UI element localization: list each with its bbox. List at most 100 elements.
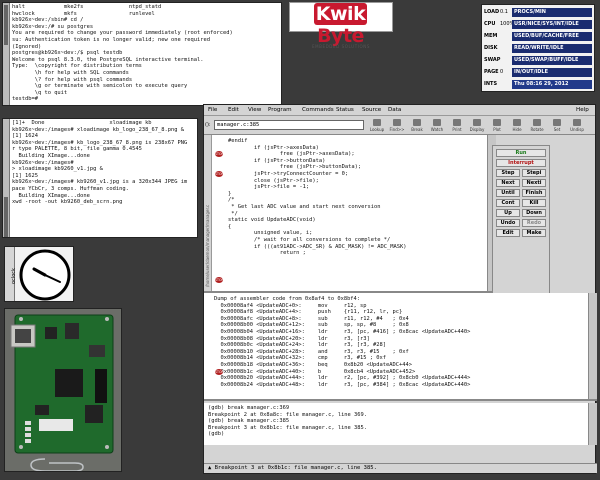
terminal-line: \q to quit (12, 89, 68, 96)
toolbar-watch-button[interactable]: Watch (428, 118, 446, 133)
terminal-line: xwd -root -out kb9260_deb_scrn.png (12, 199, 123, 206)
top-terminal[interactable]: halt mke2fs ntpd_statd hwclock mkfs runle… (2, 2, 282, 106)
cmd-make-button[interactable]: Make (522, 229, 546, 237)
toolbar-display-button[interactable]: Display (468, 118, 486, 133)
monitor-row: SWAP USED/SWAP/BUFF/IDLE (484, 55, 592, 66)
toolbar-label: Rotate (530, 127, 544, 132)
cmd-cont-button[interactable]: Cont (496, 199, 520, 207)
cmd-stepi-button[interactable]: Stepi (522, 169, 546, 177)
monitor-bar: READ/WRITE/IDLE (512, 44, 592, 53)
cmd-interrupt-button[interactable]: Interrupt (496, 159, 546, 167)
toolbar-label: Find>> (389, 127, 405, 132)
toolbar-set-button[interactable]: Set (548, 118, 566, 133)
lookup-icon (373, 119, 381, 126)
ddd-window[interactable]: File Edit View Program Commands Status Source D… (203, 104, 597, 474)
assembler-line: 0x00008b00 <UpdateADC+12>: sub sp, sp, #… (214, 322, 409, 329)
assembler-line: 0x00008af8 <UpdateADC+4>: push {r11, r12… (214, 309, 403, 316)
menu-view[interactable]: View (248, 107, 261, 113)
menu-edit[interactable]: Edit (228, 107, 239, 113)
cmd-up-button[interactable]: Up (496, 209, 520, 217)
toolbar-label: Plot (493, 127, 501, 132)
rotate-icon (533, 119, 541, 126)
toolbar-undisp-button[interactable]: Undisp (568, 118, 586, 133)
toolbar-lookup-button[interactable]: Lookup (368, 118, 386, 133)
cmd-kill-button[interactable]: Kill (522, 199, 546, 207)
cmd-step-button[interactable]: Step (496, 169, 520, 177)
argument-field[interactable]: manager.c:385 (214, 120, 364, 130)
monitor-value: 0 (500, 69, 504, 75)
menu-status[interactable]: Status (336, 107, 354, 113)
cmd-edit-button[interactable]: Edit (496, 229, 520, 237)
toolbar-label: Watch (430, 127, 444, 132)
monitor-bar: USR/NICE/SYS/INT/IDLE (512, 20, 592, 29)
toolbar-label: Display (469, 127, 485, 132)
assembler-line: 0x00008b0c <UpdateADC+24>: ldr r3, [r3, … (214, 342, 387, 349)
cmd-redo-button[interactable]: Redo (522, 219, 546, 227)
gdb-console-text: (gdb) break manager.c:369 Breakpoint 2 at… (208, 405, 367, 438)
menu-program[interactable]: Program (268, 107, 292, 113)
top-terminal-scrollbar[interactable] (3, 3, 10, 105)
machine-code-scrollbar[interactable] (588, 293, 597, 399)
monitor-row: PAGE 0 IN/OUT/IDLE (484, 67, 592, 78)
undisp-icon (573, 119, 581, 126)
terminal-line: kb926x~dev:/images# kb9260_v1.jpg is a 3… (12, 179, 188, 186)
source-line: if (((at91ADC->ADC_SR) & ADC_MASK) != AD… (228, 243, 407, 250)
monitor-row: MEM USED/BUF/CACHE/FREE (484, 31, 592, 42)
menu-data[interactable]: Data (388, 107, 401, 113)
toolbar-label: Undisp (570, 127, 584, 132)
print-icon (453, 119, 461, 126)
middle-terminal[interactable]: [1]+ Done xloadimage kb kb926x~dev:/image… (2, 118, 198, 238)
machine-code-window[interactable]: Dump of assembler code from 0x8af4 to 0x… (204, 293, 597, 401)
toolbar-plot-button[interactable]: Plot (488, 118, 506, 133)
terminal-line: [1]+ Done xloadimage kb (12, 120, 152, 126)
cmd-nexti-button[interactable]: Nexti (522, 179, 546, 187)
menu-source[interactable]: Source (362, 107, 381, 113)
menu-file[interactable]: File (208, 107, 217, 113)
terminal-line: kb926x~dev:/# su postgres (12, 23, 94, 30)
monitor-row: CPU 100% USR/NICE/SYS/INT/IDLE (484, 19, 592, 30)
find-icon (393, 119, 401, 126)
menu-commands[interactable]: Commands (302, 107, 334, 113)
toolbar-break-button[interactable]: Break (408, 118, 426, 133)
terminal-line: [1] 1625 (12, 172, 38, 179)
toolbar-label: Set (553, 127, 561, 132)
toolbar-hide-button[interactable]: Hide (508, 118, 526, 133)
source-code: #endif if (jsPtr->axesData) free (jsPtr-… (228, 138, 407, 257)
assembler-line: 0x00008b10 <UpdateADC+28>: and r3, r3, #… (214, 348, 409, 355)
assembler-code: Dump of assembler code from 0x8af4 to 0x… (214, 296, 470, 388)
monitor-bar: USED/BUF/CACHE/FREE (512, 32, 592, 41)
source-line: jsPtr->file = -1; (228, 184, 310, 191)
middle-terminal-scrollbar[interactable] (3, 119, 10, 237)
assembler-line: 0x00008b20 <UpdateADC+44>: ldr r2, [pc, … (214, 375, 471, 382)
cmd-until-button[interactable]: Until (496, 189, 520, 197)
terminal-line: \h for help with SQL commands (12, 69, 129, 76)
cmd-undo-button[interactable]: Undo (496, 219, 520, 227)
monitor-label: PAGE (484, 69, 499, 75)
breakpoint-stop-icon[interactable]: STOP (215, 151, 223, 158)
breakpoint-stop-icon[interactable]: STOP (215, 368, 223, 375)
breakpoint-stop-icon[interactable]: STOP (215, 276, 223, 283)
terminal-line: pace YCbCr, 3 comps. Huffman coding. (12, 185, 129, 192)
terminal-line: kb926x~dev:/sbin# cd / (12, 17, 84, 24)
display-icon (473, 119, 481, 126)
terminal-line: \? for help with psql commands (12, 76, 133, 83)
gdb-line: Breakpoint 3 at 0x8b1c: file manager.c, … (208, 424, 368, 431)
gdb-console-scrollbar[interactable] (588, 403, 597, 445)
breakpoint-stop-icon[interactable]: STOP (215, 171, 223, 177)
terminal-line: > xloadimage kb9260_v1.jpg & (12, 166, 103, 173)
toolbar-find-button[interactable]: Find>> (388, 118, 406, 133)
menu-help[interactable]: Help (576, 107, 589, 113)
assembler-line: 0x00008b04 <UpdateADC+16>: ldr r3, [pc, … (214, 328, 471, 335)
toolbar-rotate-button[interactable]: Rotate (528, 118, 546, 133)
toolbar-print-button[interactable]: Print (448, 118, 466, 133)
gdb-line: Breakpoint 2 at 0x8a8c: file manager.c, … (208, 411, 368, 418)
cmd-run-button[interactable]: Run (496, 149, 546, 157)
cmd-finish-button[interactable]: Finish (522, 189, 546, 197)
source-gutter[interactable]: /home/user/daemon/manager/manager.c (204, 135, 212, 291)
cmd-next-button[interactable]: Next (496, 179, 520, 187)
cmd-down-button[interactable]: Down (522, 209, 546, 217)
gdb-console[interactable]: (gdb) break manager.c:369 Breakpoint 2 at… (204, 403, 597, 445)
assembler-line: 0x00008b14 <UpdateADC+32>: cmp r3, #15 ;… (214, 355, 387, 362)
source-window[interactable]: /home/user/daemon/manager/manager.c #end… (204, 135, 496, 293)
monitor-label: CPU (484, 21, 496, 27)
